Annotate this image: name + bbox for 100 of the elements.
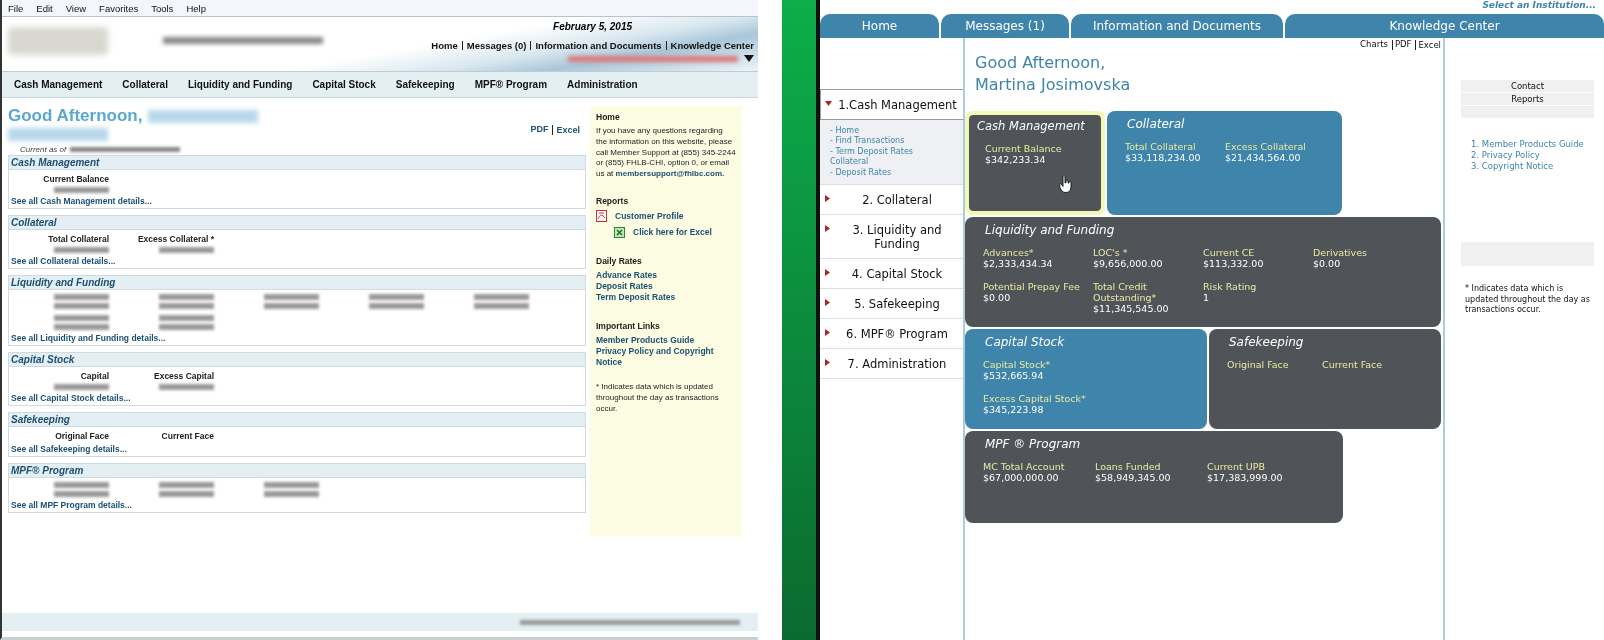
- field-label: Excess Collateral *: [137, 234, 214, 244]
- rates-link[interactable]: Deposit Rates: [596, 281, 736, 293]
- blurred-text: [159, 491, 214, 497]
- submenu-link[interactable]: - Home: [830, 126, 953, 137]
- sidebar-link[interactable]: Contact: [1461, 80, 1594, 92]
- nav-tab[interactable]: Messages (1): [941, 14, 1069, 38]
- top-link[interactable]: Knowledge Center: [670, 40, 754, 51]
- nav-item[interactable]: 7. Administration: [820, 348, 963, 379]
- sidebar-link[interactable]: 1. Member Products Guide: [1471, 139, 1584, 151]
- institution-link[interactable]: Select an Institution...: [1482, 0, 1596, 14]
- nav-item[interactable]: Collateral: [122, 79, 168, 90]
- summary-card[interactable]: Liquidity and Funding Advances* $2,333,434.34 LOC's * $9,656,000.00 Current CE $113,332.00 Derivatives $0.00 Potential Prepay Fee $0.00 Total Credit Outstanding* $11,345,545.00 Risk Rating 1: [965, 217, 1441, 328]
- field-label: Current Face: [1322, 359, 1383, 371]
- details-link[interactable]: See all Cash Management details...: [9, 193, 585, 208]
- submenu-link[interactable]: - Deposit Rates: [830, 167, 953, 178]
- nav-item[interactable]: 3. Liquidity and Funding: [820, 214, 963, 259]
- field-label: LOC's *: [1093, 247, 1128, 259]
- summary-card[interactable]: Capital Stock Capital Stock* $532,665.94 Excess Capital Stock* $345,223.98: [965, 329, 1207, 430]
- submenu-link[interactable]: - Find Transactions: [830, 136, 953, 147]
- details-link[interactable]: See all Safekeeping details...: [9, 441, 585, 456]
- section-header: Safekeeping: [9, 413, 585, 427]
- summary-card[interactable]: Collateral Total Collateral $33,118,234.00 Excess Collateral $21,434,564.00: [1107, 111, 1342, 216]
- top-link[interactable]: Information and Documents: [535, 40, 667, 51]
- report-link[interactable]: Click here for Excel: [633, 227, 712, 238]
- blurred-text: [159, 303, 214, 309]
- nav-tab[interactable]: Knowledge Center: [1285, 14, 1604, 38]
- important-link[interactable]: Privacy Policy and Copyright Notice: [596, 346, 736, 369]
- export-link[interactable]: PDF: [1394, 40, 1417, 50]
- caret-icon: [824, 194, 831, 202]
- summary-card[interactable]: Safekeeping Original Face Current Face: [1209, 329, 1441, 430]
- field-label: Total Collateral: [1125, 141, 1196, 153]
- nav-tab[interactable]: Information and Documents: [1071, 14, 1283, 38]
- field-label: Current UPB: [1207, 461, 1265, 473]
- blurred-text: [54, 384, 109, 390]
- nav-tab[interactable]: Home: [820, 14, 939, 38]
- export-link[interactable]: Charts: [1360, 40, 1393, 50]
- details-link[interactable]: See all Capital Stock details...: [9, 390, 585, 405]
- caret-icon: [824, 298, 831, 306]
- details-link[interactable]: See all Collateral details...: [9, 253, 585, 268]
- summary-card[interactable]: MPF ® Program MC Total Account $67,000,000.00 Loans Funded $58,949,345.00 Current UPB $17,383,999.00: [965, 431, 1343, 524]
- nav-item[interactable]: Safekeeping: [395, 79, 455, 90]
- nav-item[interactable]: MPF® Program: [474, 79, 548, 90]
- nav-item[interactable]: Administration: [567, 79, 638, 90]
- nav-item[interactable]: 1.Cash Management: [820, 89, 963, 120]
- submenu-link[interactable]: - Term Deposit Rates Collateral: [830, 146, 953, 168]
- details-link[interactable]: See all Liquidity and Funding details...: [9, 330, 585, 345]
- field-value: $0.00: [1313, 258, 1341, 270]
- blurred-text: [54, 315, 109, 321]
- menu-item[interactable]: Help: [186, 2, 206, 14]
- sidebar-link[interactable]: 3. Copyright Notice: [1471, 161, 1584, 173]
- export-link[interactable]: Excel: [556, 125, 580, 135]
- timestamp-label: Current as of: [20, 145, 67, 154]
- field-label: Total Collateral: [48, 234, 109, 244]
- field-label: Current Balance: [43, 174, 109, 184]
- field-value: $21,434,564.00: [1225, 152, 1301, 164]
- nav-item[interactable]: 2. Collateral: [820, 184, 963, 215]
- nav-item[interactable]: 5. Safekeeping: [820, 288, 963, 319]
- blurred-text: [264, 482, 319, 488]
- important-link[interactable]: Member Products Guide: [596, 335, 736, 347]
- export-link[interactable]: PDF: [530, 125, 554, 135]
- hand-cursor-icon: [1059, 175, 1073, 194]
- nav-item[interactable]: 4. Capital Stock: [820, 258, 963, 289]
- rates-link[interactable]: Term Deposit Rates: [596, 292, 736, 304]
- menu-item[interactable]: Tools: [151, 2, 174, 14]
- email-link[interactable]: membersupport@fhlbc.com.: [615, 169, 725, 179]
- field-value: $67,000,000.00: [983, 472, 1059, 484]
- field-value: $342,233.34: [985, 154, 1046, 166]
- blurred-text: [54, 491, 109, 497]
- field-value: $0.00: [983, 292, 1011, 304]
- blurred-text: [159, 294, 214, 300]
- blurred-text: [54, 303, 109, 309]
- blurred-text: [54, 324, 109, 330]
- field-label: Capital Stock*: [983, 359, 1051, 371]
- sidebar-heading: Reports: [596, 196, 630, 206]
- blurred-text: [474, 294, 529, 300]
- sidebar-link[interactable]: Reports: [1461, 93, 1594, 105]
- menu-item[interactable]: Favorites: [99, 2, 139, 14]
- export-link[interactable]: Excel: [1418, 40, 1441, 50]
- nav-item[interactable]: Cash Management: [14, 79, 103, 90]
- dropdown-icon[interactable]: [744, 55, 754, 62]
- sidebar-link[interactable]: 2. Privacy Policy: [1471, 150, 1584, 162]
- field-value: $9,656,000.00: [1093, 258, 1163, 270]
- rates-link[interactable]: Advance Rates: [596, 270, 736, 282]
- report-link[interactable]: Customer Profile: [615, 211, 684, 221]
- top-link[interactable]: Messages (0): [466, 40, 532, 51]
- field-value: $532,665.94: [983, 370, 1044, 382]
- nav-item[interactable]: Capital Stock: [312, 79, 376, 90]
- details-link[interactable]: See all MPF Program details...: [9, 497, 585, 512]
- menu-item[interactable]: File: [8, 2, 24, 14]
- nav-item[interactable]: 6. MPF® Program: [820, 318, 963, 349]
- nav-item[interactable]: Liquidity and Funding: [187, 79, 293, 90]
- card-title: Cash Management: [977, 119, 1086, 134]
- menu-item[interactable]: View: [65, 2, 87, 14]
- summary-card[interactable]: Cash Management Current Balance $342,233.34: [965, 111, 1105, 216]
- card-title: MPF ® Program: [984, 437, 1082, 452]
- menu-item[interactable]: Edit: [36, 2, 53, 14]
- card-title: Liquidity and Funding: [984, 223, 1116, 238]
- section-header: MPF® Program: [9, 464, 585, 478]
- top-link[interactable]: Home: [431, 40, 463, 51]
- caret-icon: [825, 100, 832, 107]
